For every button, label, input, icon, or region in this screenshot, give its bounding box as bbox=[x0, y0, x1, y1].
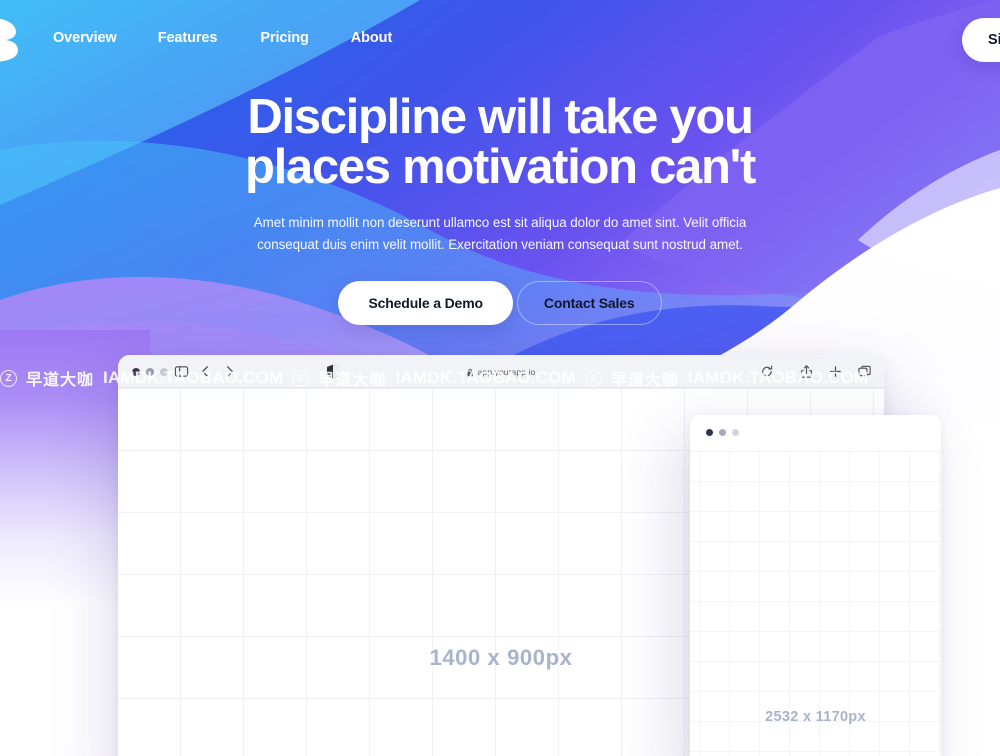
device-close-dot[interactable] bbox=[706, 429, 713, 436]
window-traffic-lights[interactable] bbox=[132, 368, 168, 376]
brand-logo-icon[interactable] bbox=[0, 14, 26, 66]
device-titlebar bbox=[690, 415, 941, 451]
minimize-window-dot[interactable] bbox=[146, 368, 154, 376]
device-placeholder-label: 2532 x 1170px bbox=[765, 709, 866, 725]
schedule-demo-button[interactable]: Schedule a Demo bbox=[338, 281, 513, 325]
chevron-right-icon[interactable] bbox=[222, 364, 237, 379]
browser-url-bar[interactable]: app.yourapp.io bbox=[467, 363, 536, 381]
page-root: Overview Features Pricing About Sign Dis… bbox=[0, 0, 1000, 756]
contact-sales-button[interactable]: Contact Sales bbox=[516, 281, 662, 325]
url-text: app.yourapp.io bbox=[477, 367, 536, 377]
browser-action-icons bbox=[799, 364, 872, 379]
reload-icon[interactable] bbox=[761, 365, 773, 378]
device-traffic-lights[interactable] bbox=[706, 429, 739, 436]
sign-in-button[interactable]: Sign bbox=[962, 18, 1000, 62]
nav-link-features[interactable]: Features bbox=[158, 30, 218, 46]
hero-subtitle-line-2: duis enim velit mollit. Exercitation ven… bbox=[322, 237, 743, 252]
hero-title-line-2: places motivation can't bbox=[244, 140, 756, 194]
device-minimize-dot[interactable] bbox=[719, 429, 726, 436]
hero-title-line-1: Discipline will take you bbox=[247, 90, 754, 144]
share-icon[interactable] bbox=[799, 364, 814, 379]
hero-cta-group: Schedule a Demo Contact Sales bbox=[0, 281, 1000, 325]
nav-link-overview[interactable]: Overview bbox=[53, 30, 117, 46]
hero-title: Discipline will take you places motivati… bbox=[0, 92, 1000, 192]
tabs-overview-icon[interactable] bbox=[857, 364, 872, 379]
top-navigation: Overview Features Pricing About Sign bbox=[0, 0, 1000, 82]
shield-icon[interactable] bbox=[326, 364, 340, 379]
maximize-window-dot[interactable] bbox=[160, 368, 168, 376]
chevron-left-icon[interactable] bbox=[198, 364, 213, 379]
device-maximize-dot[interactable] bbox=[732, 429, 739, 436]
nav-link-about[interactable]: About bbox=[351, 30, 392, 46]
browser-toolbar: app.yourapp.io bbox=[118, 355, 884, 388]
browser-nav-icons bbox=[174, 364, 237, 379]
sidebar-toggle-icon[interactable] bbox=[174, 364, 189, 379]
close-window-dot[interactable] bbox=[132, 368, 140, 376]
plus-icon[interactable] bbox=[828, 364, 843, 379]
device-content-placeholder: 2532 x 1170px bbox=[690, 451, 941, 756]
hero-subtitle: Amet minim mollit non deserunt ullamco e… bbox=[240, 212, 760, 256]
lock-icon bbox=[467, 368, 474, 377]
nav-link-pricing[interactable]: Pricing bbox=[260, 30, 309, 46]
device-mockup: 2532 x 1170px bbox=[690, 415, 941, 756]
nav-links: Overview Features Pricing About bbox=[53, 30, 392, 46]
